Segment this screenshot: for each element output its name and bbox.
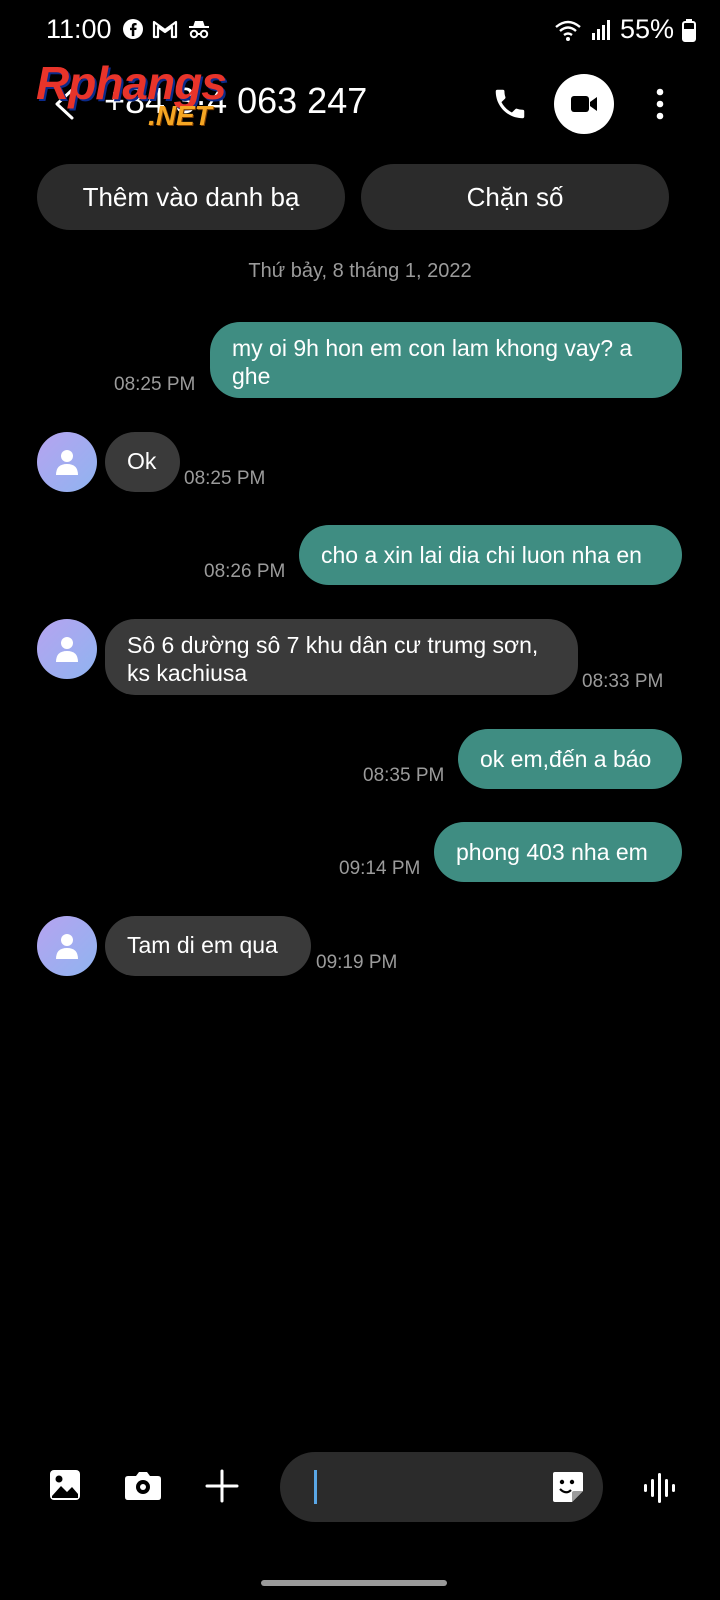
message-time: 08:25 PM bbox=[184, 468, 266, 489]
message-text: Sô 6 dường sô 7 khu dân cư trumg sơn, bbox=[127, 632, 539, 658]
status-bar: 11:00 55% bbox=[0, 0, 720, 60]
gallery-button[interactable] bbox=[48, 1468, 88, 1508]
plus-icon bbox=[205, 1469, 239, 1503]
more-options-button[interactable] bbox=[640, 80, 680, 128]
gmail-icon bbox=[152, 20, 178, 39]
contact-action-row: Thêm vào danh bạ Chặn số bbox=[37, 164, 669, 230]
message-bubble-outgoing[interactable]: phong 403 nha em bbox=[434, 822, 682, 882]
call-button[interactable] bbox=[486, 80, 534, 128]
sticker-icon bbox=[553, 1472, 583, 1502]
wifi-icon bbox=[555, 20, 581, 41]
battery-icon bbox=[682, 18, 696, 42]
avatar[interactable] bbox=[37, 432, 97, 492]
message-text: Tam di em qua bbox=[127, 932, 278, 958]
message-text: ok em,đến a báo bbox=[480, 746, 652, 772]
message-text: my oi 9h hon em con lam khong vay? a bbox=[232, 335, 633, 361]
message-input-container[interactable] bbox=[280, 1452, 603, 1522]
message-time: 08:35 PM bbox=[363, 765, 445, 786]
incognito-icon bbox=[189, 21, 209, 39]
video-call-button[interactable] bbox=[554, 74, 614, 134]
back-icon bbox=[55, 88, 74, 120]
camera-button[interactable] bbox=[124, 1468, 168, 1508]
message-text: ks kachiusa bbox=[127, 660, 248, 686]
person-icon bbox=[56, 637, 78, 662]
battery-percent: 55% bbox=[619, 14, 674, 44]
notification-icons bbox=[122, 18, 212, 40]
sticker-button[interactable] bbox=[550, 1469, 586, 1505]
message-input[interactable] bbox=[308, 1468, 528, 1506]
message-time: 09:14 PM bbox=[339, 858, 421, 879]
signal-icon bbox=[591, 19, 610, 40]
conversation-header: +84 3·4 063 247 bbox=[0, 60, 720, 150]
voice-record-button[interactable] bbox=[642, 1470, 682, 1506]
message-text: Ok bbox=[127, 448, 157, 474]
avatar[interactable] bbox=[37, 619, 97, 679]
voice-icon bbox=[644, 1473, 675, 1503]
message-time: 08:25 PM bbox=[114, 374, 196, 395]
message-bubble-outgoing[interactable]: my oi 9h hon em con lam khong vay? a ghe bbox=[210, 322, 682, 398]
add-contact-button[interactable]: Thêm vào danh bạ bbox=[37, 164, 345, 230]
message-bubble-outgoing[interactable]: cho a xin lai dia chi luon nha en bbox=[299, 525, 682, 585]
back-button[interactable] bbox=[44, 82, 84, 126]
message-bubble-incoming[interactable]: Tam di em qua bbox=[105, 916, 311, 976]
person-icon bbox=[56, 934, 78, 959]
video-call-icon bbox=[571, 96, 597, 112]
gallery-icon bbox=[50, 1470, 80, 1500]
message-time: 09:19 PM bbox=[316, 952, 398, 973]
message-bubble-outgoing[interactable]: ok em,đến a báo bbox=[458, 729, 682, 789]
avatar[interactable] bbox=[37, 916, 97, 976]
date-separator: Thứ bảy, 8 tháng 1, 2022 bbox=[248, 260, 472, 282]
facebook-icon bbox=[123, 19, 143, 39]
message-text: cho a xin lai dia chi luon nha en bbox=[321, 542, 642, 568]
status-right: 55% bbox=[554, 14, 696, 45]
block-number-button[interactable]: Chặn số bbox=[361, 164, 669, 230]
message-time: 08:33 PM bbox=[582, 671, 664, 692]
person-icon bbox=[56, 450, 78, 475]
message-time: 08:26 PM bbox=[204, 561, 286, 582]
phone-icon bbox=[495, 89, 525, 119]
attach-plus-button[interactable] bbox=[204, 1468, 244, 1508]
message-text: ghe bbox=[232, 363, 271, 389]
camera-icon bbox=[125, 1472, 161, 1500]
home-indicator[interactable] bbox=[261, 1580, 447, 1586]
more-vert-icon bbox=[656, 88, 664, 120]
message-text: phong 403 nha em bbox=[456, 839, 648, 865]
text-cursor bbox=[314, 1470, 317, 1504]
status-time: 11:00 bbox=[46, 14, 112, 44]
contact-number[interactable]: +84 3·4 063 247 bbox=[104, 80, 367, 122]
composer-bar bbox=[0, 1450, 720, 1550]
message-bubble-incoming[interactable]: Ok bbox=[105, 432, 180, 492]
message-bubble-incoming[interactable]: Sô 6 dường sô 7 khu dân cư trumg sơn, ks… bbox=[105, 619, 578, 695]
